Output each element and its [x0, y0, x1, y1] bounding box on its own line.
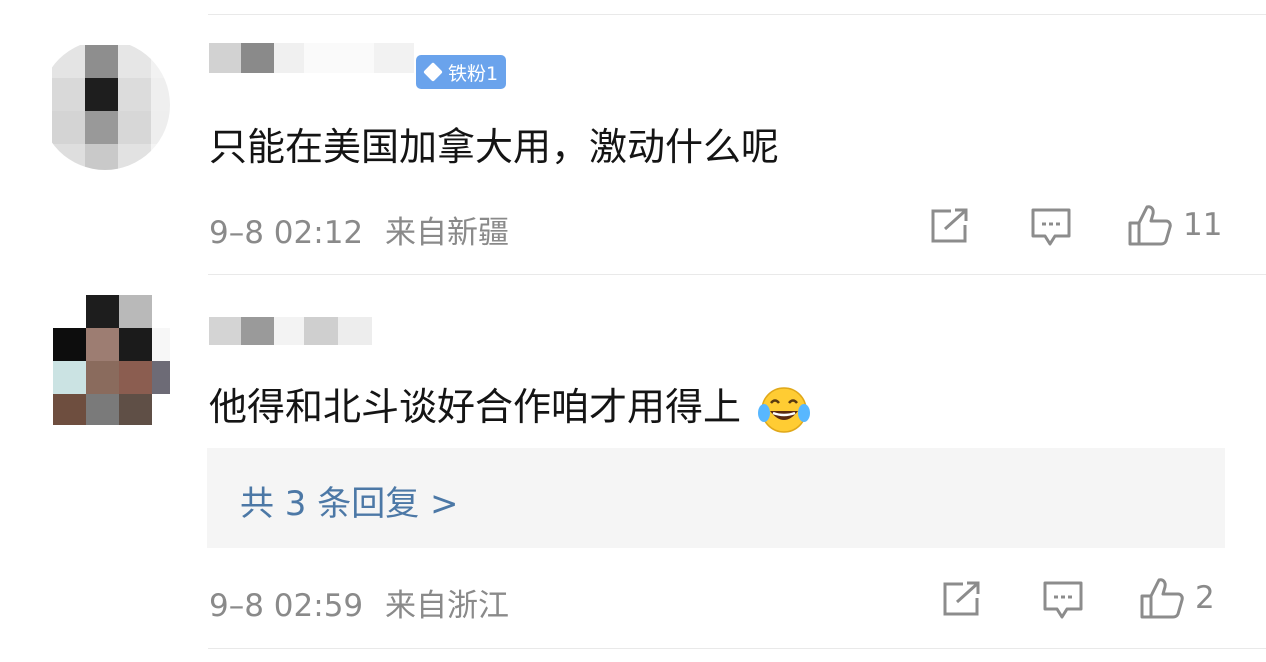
comment-icon: [1043, 581, 1083, 619]
username-pixelated[interactable]: [209, 317, 372, 345]
comment-time: 9–8 02:12: [209, 215, 364, 251]
like-button[interactable]: 11: [1127, 203, 1222, 247]
avatar[interactable]: [40, 295, 170, 425]
fan-badge-label: 铁粉1: [448, 62, 499, 85]
comment-divider: [208, 274, 1266, 275]
comment-meta: 9–8 02:59 来自浙江: [209, 580, 509, 625]
share-button[interactable]: [941, 580, 981, 618]
share-icon: [943, 581, 980, 616]
fan-badge[interactable]: 铁粉1: [416, 55, 507, 89]
comment-button[interactable]: [1042, 580, 1084, 620]
like-button[interactable]: 2: [1139, 576, 1215, 620]
comment-text: 只能在美国加拿大用，激动什么呢: [209, 125, 780, 169]
comment-location: 来自浙江: [385, 588, 509, 624]
comment-text-body: 他得和北斗谈好合作咱才用得上: [209, 385, 742, 429]
comment-time: 9–8 02:59: [209, 588, 364, 624]
comment-button[interactable]: [1030, 207, 1072, 247]
thumbs-up-icon: [1128, 205, 1172, 246]
comment-meta: 9–8 02:12 来自新疆: [209, 207, 509, 252]
username-pixelated[interactable]: [209, 43, 414, 73]
like-count: 2: [1195, 580, 1215, 616]
avatar-pixelated: [52, 45, 170, 170]
view-replies-link[interactable]: 共 3 条回复 >: [240, 476, 459, 525]
top-divider: [208, 14, 1266, 15]
avatar[interactable]: [40, 40, 170, 170]
avatar-pixelated: [53, 295, 170, 425]
thumbs-up-icon: [1140, 578, 1184, 619]
share-button[interactable]: [929, 207, 969, 245]
comment-location: 来自新疆: [385, 215, 509, 251]
laughing-tears-emoji: [758, 386, 811, 433]
diamond-icon: [423, 62, 443, 82]
comment-icon: [1031, 208, 1071, 246]
comment-text: 他得和北斗谈好合作咱才用得上: [209, 376, 811, 437]
share-icon: [931, 208, 968, 243]
bottom-divider: [208, 648, 1266, 649]
like-count: 11: [1183, 207, 1223, 243]
reply-summary-box[interactable]: 共 3 条回复 >: [207, 448, 1225, 548]
